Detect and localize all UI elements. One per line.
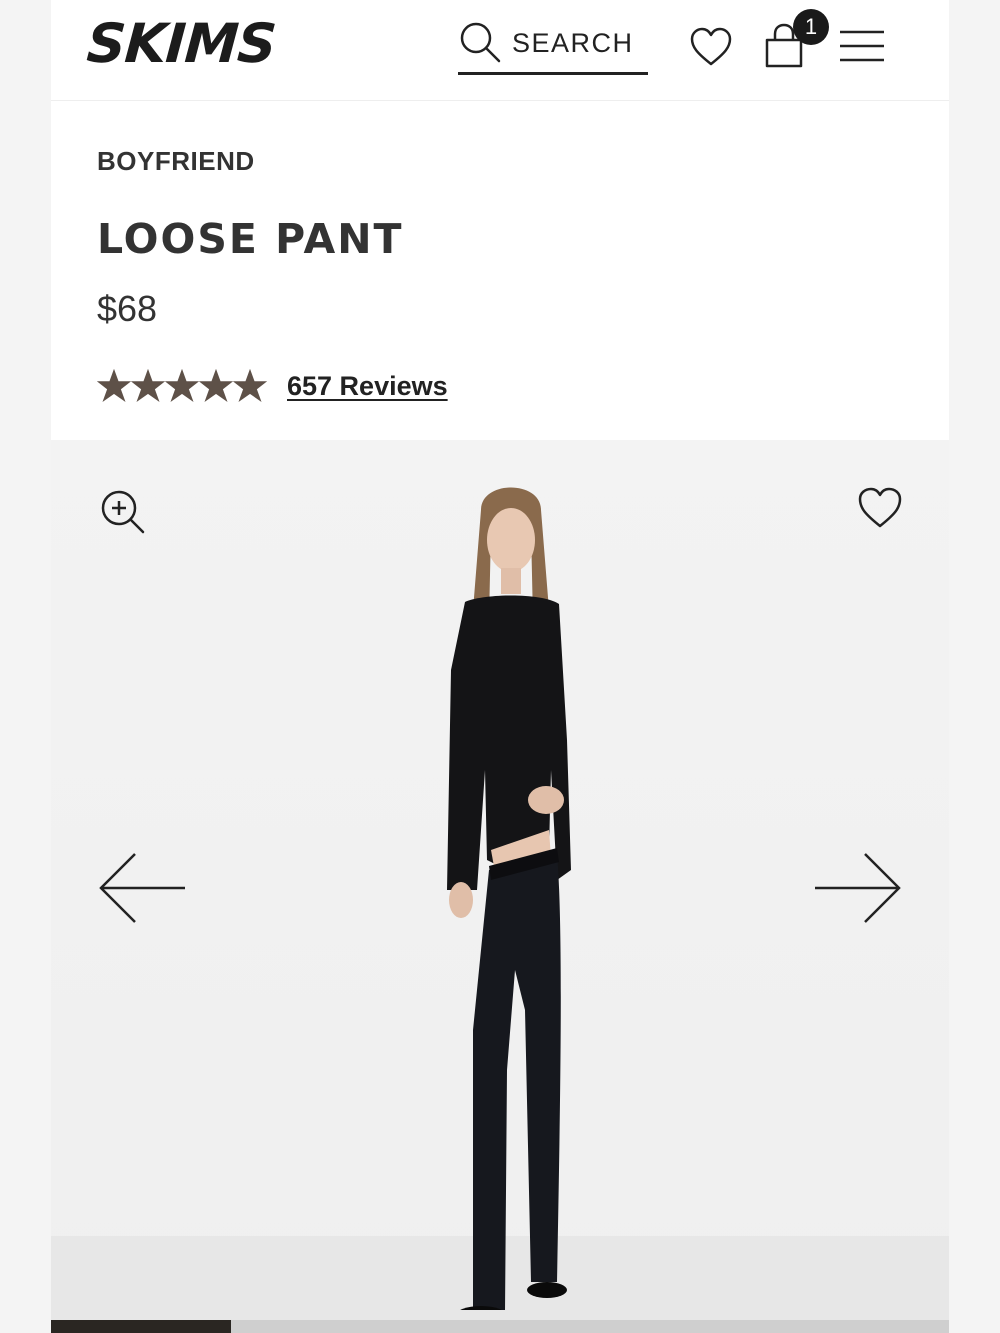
arrow-right-icon[interactable] — [813, 850, 903, 926]
arrow-left-icon[interactable] — [97, 850, 187, 926]
search-bar[interactable]: SEARCH — [458, 14, 648, 75]
gallery-progress-fill — [51, 1320, 231, 1333]
cart-count-badge: 1 — [793, 9, 829, 45]
add-to-wishlist-heart-icon[interactable] — [857, 486, 903, 530]
search-label: SEARCH — [512, 27, 634, 58]
product-model-image — [447, 487, 571, 1310]
product-collection[interactable]: BOYFRIEND — [97, 146, 255, 177]
zoom-in-icon[interactable] — [99, 488, 147, 536]
search-icon — [460, 22, 501, 63]
brand-logo[interactable]: SKIMS — [85, 12, 278, 76]
reviews-link[interactable]: 657 Reviews — [287, 371, 448, 402]
star-icon — [233, 369, 267, 402]
star-icon — [165, 369, 199, 402]
gallery-progress-bar — [51, 1320, 949, 1333]
product-page: SKIMS SEARCH 1 BOYFRIEND LOOSE PANT $68 … — [51, 0, 949, 1333]
hamburger-menu-icon[interactable] — [838, 26, 886, 66]
product-image-gallery[interactable] — [51, 440, 949, 1333]
star-icon — [131, 369, 165, 402]
wishlist-heart-icon[interactable] — [689, 26, 733, 70]
site-header: SKIMS SEARCH 1 — [51, 0, 949, 101]
star-icon — [97, 369, 131, 402]
product-title: LOOSE PANT — [97, 215, 404, 263]
star-rating — [97, 369, 267, 403]
product-price: $68 — [97, 288, 158, 329]
product-rating[interactable]: 657 Reviews — [97, 366, 448, 406]
star-icon — [199, 369, 233, 402]
